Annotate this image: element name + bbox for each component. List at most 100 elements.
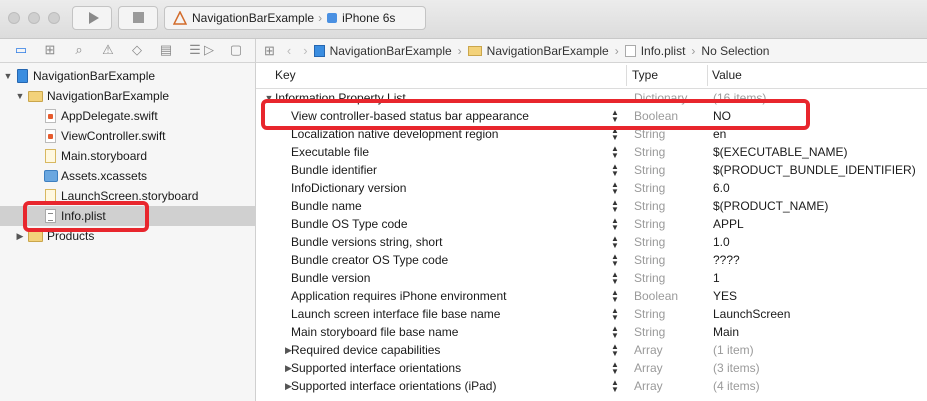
stop-button[interactable] [118, 6, 158, 30]
column-header-key[interactable]: Key [275, 63, 296, 88]
plist-value[interactable]: APPL [713, 215, 744, 233]
plist-row[interactable]: Executable file ▲ ▼ String $(EXECUTABLE_NAME… [256, 143, 927, 161]
plist-key[interactable]: Supported interface orientations [291, 359, 461, 377]
plist-value[interactable]: LaunchScreen [713, 305, 790, 323]
diamond-icon[interactable]: ◇ [128, 42, 146, 58]
plist-type[interactable]: String [634, 269, 665, 287]
plist-row[interactable]: Main storyboard file base name ▲ ▼ String Ma… [256, 323, 927, 341]
plist-type[interactable]: String [634, 143, 665, 161]
plist-row[interactable]: ▶ Supported interface orientations (iPad)… [256, 377, 927, 395]
plist-row[interactable]: InfoDictionary version ▲ ▼ String 6.0 [256, 179, 927, 197]
navigator-item-viewcontroller[interactable]: ViewController.swift [0, 126, 255, 146]
type-stepper-icon[interactable]: ▲ ▼ [611, 253, 619, 268]
test-icon[interactable]: ▤ [157, 42, 175, 58]
scheme-selector[interactable]: NavigationBarExample › iPhone 6s [164, 6, 426, 30]
plist-row[interactable]: Bundle versions string, short ▲ ▼ String 1.0 [256, 233, 927, 251]
report-icon[interactable]: ▢ [227, 42, 245, 58]
plist-key[interactable]: Application requires iPhone environment [291, 287, 506, 305]
disclosure-open-icon[interactable]: ▼ [15, 86, 25, 106]
plist-row[interactable]: ▶ Supported interface orientations ▲ ▼ Array… [256, 359, 927, 377]
plist-type[interactable]: String [634, 215, 665, 233]
type-stepper-icon[interactable]: ▲ ▼ [611, 289, 619, 304]
navigator-item-main-storyboard[interactable]: Main.storyboard [0, 146, 255, 166]
plist-key[interactable]: Supported interface orientations (iPad) [291, 377, 496, 395]
breakpoint-icon[interactable]: ▷ [200, 42, 218, 58]
column-header-type[interactable]: Type [632, 63, 658, 88]
type-stepper-icon[interactable]: ▲ ▼ [611, 325, 619, 340]
plist-row[interactable]: Application requires iPhone environment ▲… [256, 287, 927, 305]
plist-key[interactable]: Launch screen interface file base name [291, 305, 500, 323]
plist-type[interactable]: String [634, 251, 665, 269]
navigator-item-appdelegate[interactable]: AppDelegate.swift [0, 106, 255, 126]
breadcrumb-project[interactable]: NavigationBarExample › [313, 44, 468, 58]
plist-value[interactable]: $(PRODUCT_BUNDLE_IDENTIFIER) [713, 161, 916, 179]
type-stepper-icon[interactable]: ▲ ▼ [611, 235, 619, 250]
plist-value[interactable]: ???? [713, 251, 740, 269]
plist-type[interactable]: Array [634, 377, 663, 395]
plist-row[interactable]: Bundle OS Type code ▲ ▼ String APPL [256, 215, 927, 233]
plist-key[interactable]: Bundle versions string, short [291, 233, 442, 251]
navigator-item-project[interactable]: ▼ NavigationBarExample [0, 66, 255, 86]
zoom-window-button[interactable] [48, 12, 60, 24]
plist-row[interactable]: Bundle name ▲ ▼ String $(PRODUCT_NAME) [256, 197, 927, 215]
plist-key[interactable]: Bundle identifier [291, 161, 377, 179]
plist-value[interactable]: (1 item) [713, 341, 754, 359]
type-stepper-icon[interactable]: ▲ ▼ [611, 145, 619, 160]
close-window-button[interactable] [8, 12, 20, 24]
warning-icon[interactable]: ⚠ [99, 42, 117, 58]
plist-value[interactable]: $(EXECUTABLE_NAME) [713, 143, 847, 161]
plist-row[interactable]: Bundle creator OS Type code ▲ ▼ String???? [256, 251, 927, 269]
type-stepper-icon[interactable]: ▲ ▼ [611, 217, 619, 232]
breadcrumb-selection[interactable]: No Selection [701, 44, 769, 58]
plist-value[interactable]: 1 [713, 269, 720, 287]
plist-type[interactable]: String [634, 305, 665, 323]
column-header-value[interactable]: Value [712, 63, 742, 88]
minimize-window-button[interactable] [28, 12, 40, 24]
plist-value[interactable]: $(PRODUCT_NAME) [713, 197, 828, 215]
run-button[interactable] [72, 6, 112, 30]
plist-type[interactable]: String [634, 197, 665, 215]
type-stepper-icon[interactable]: ▲ ▼ [611, 379, 619, 394]
column-divider[interactable] [626, 65, 627, 86]
plist-key[interactable]: Bundle name [291, 197, 362, 215]
disclosure-open-icon[interactable]: ▼ [3, 66, 13, 86]
type-stepper-icon[interactable]: ▲ ▼ [611, 199, 619, 214]
plist-value[interactable]: (3 items) [713, 359, 760, 377]
plist-type[interactable]: Array [634, 359, 663, 377]
plist-key[interactable]: Executable file [291, 143, 369, 161]
plist-value[interactable]: YES [713, 287, 737, 305]
type-stepper-icon[interactable]: ▲ ▼ [611, 361, 619, 376]
plist-value[interactable]: 6.0 [713, 179, 730, 197]
hierarchy-icon[interactable]: ⊞ [41, 42, 59, 58]
plist-key[interactable]: Required device capabilities [291, 341, 440, 359]
plist-value[interactable]: Main [713, 323, 739, 341]
navigator-item-assets[interactable]: Assets.xcassets [0, 166, 255, 186]
plist-key[interactable]: InfoDictionary version [291, 179, 406, 197]
plist-row[interactable]: Launch screen interface file base name ▲ ▼… [256, 305, 927, 323]
plist-row[interactable]: Bundle identifier ▲ ▼ String $(PRODUCT_BUNDL… [256, 161, 927, 179]
back-arrow-icon[interactable]: ‹ [287, 43, 291, 58]
plist-key[interactable]: Bundle creator OS Type code [291, 251, 448, 269]
type-stepper-icon[interactable]: ▲ ▼ [611, 343, 619, 358]
breadcrumb-file[interactable]: Info.plist › [624, 44, 702, 58]
plist-type[interactable]: String [634, 323, 665, 341]
search-icon[interactable]: ⌕ [70, 42, 88, 58]
type-stepper-icon[interactable]: ▲ ▼ [611, 271, 619, 286]
breadcrumb-group[interactable]: NavigationBarExample › [467, 44, 625, 58]
plist-key[interactable]: Main storyboard file base name [291, 323, 458, 341]
plist-row[interactable]: Bundle version ▲ ▼ String 1 [256, 269, 927, 287]
plist-type[interactable]: Boolean [634, 287, 678, 305]
type-stepper-icon[interactable]: ▲ ▼ [611, 307, 619, 322]
forward-arrow-icon[interactable]: › [303, 43, 307, 58]
type-stepper-icon[interactable]: ▲ ▼ [611, 181, 619, 196]
plist-type[interactable]: String [634, 233, 665, 251]
navigator-item-group[interactable]: ▼ NavigationBarExample [0, 86, 255, 106]
plist-type[interactable]: String [634, 179, 665, 197]
plist-key[interactable]: Bundle version [291, 269, 370, 287]
plist-value[interactable]: (4 items) [713, 377, 760, 395]
column-divider[interactable] [707, 65, 708, 86]
folder-icon[interactable]: ▭ [12, 42, 30, 58]
plist-row[interactable]: ▶ Required device capabilities ▲ ▼ Array (1 i… [256, 341, 927, 359]
plist-key[interactable]: Bundle OS Type code [291, 215, 408, 233]
plist-type[interactable]: String [634, 161, 665, 179]
